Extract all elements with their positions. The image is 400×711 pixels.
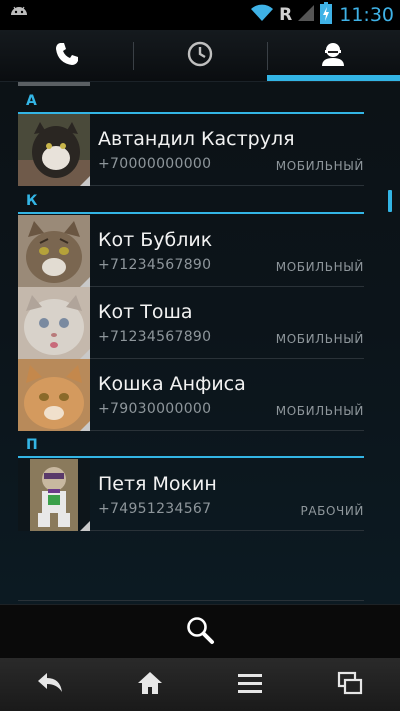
contact-number: +71234567890 — [98, 257, 212, 273]
list-end-divider — [18, 600, 364, 601]
contact-row[interactable]: Автандил Каструля +70000000000 МОБИЛЬНЫЙ — [18, 114, 364, 186]
contact-photo[interactable] — [18, 459, 90, 531]
signal-icon — [297, 4, 315, 26]
contact-list[interactable]: А Автандил Каструля +70000000000 МОБИЛЬН… — [0, 82, 400, 604]
tab-phone[interactable] — [0, 30, 133, 81]
search-bar — [0, 604, 400, 658]
recent-apps-icon — [337, 671, 363, 699]
phone-icon — [54, 41, 80, 71]
contact-row[interactable]: Петя Мокин +74951234567 РАБОЧИЙ — [18, 459, 364, 531]
contact-name: Автандил Каструля — [98, 128, 295, 150]
navigation-bar — [0, 658, 400, 711]
menu-icon — [237, 672, 263, 698]
recent-apps-button[interactable] — [300, 658, 400, 711]
contact-photo[interactable] — [18, 114, 90, 186]
menu-button[interactable] — [200, 658, 300, 711]
section-header-a: А — [18, 90, 364, 114]
contact-number: +71234567890 — [98, 329, 212, 345]
contact-name: Кот Бублик — [98, 229, 213, 251]
battery-charging-icon — [320, 2, 333, 28]
contact-name: Петя Мокин — [98, 473, 217, 495]
tab-bar — [0, 30, 400, 82]
contact-photo[interactable] — [18, 359, 90, 431]
status-bar: R 11:30 — [0, 0, 400, 30]
android-notification-icon — [8, 4, 30, 28]
section-letter: П — [26, 437, 38, 453]
roaming-icon: R — [279, 5, 293, 25]
clock-icon — [187, 41, 213, 71]
search-icon[interactable] — [185, 615, 215, 649]
contact-number: +70000000000 — [98, 156, 212, 172]
contact-photo[interactable] — [18, 215, 90, 287]
contact-row[interactable]: Кот Тоша +71234567890 МОБИЛЬНЫЙ — [18, 287, 364, 359]
wifi-icon — [250, 4, 274, 26]
contact-row[interactable]: Кошка Анфиса +79030000000 МОБИЛЬНЫЙ — [18, 359, 364, 431]
contact-type: МОБИЛЬНЫЙ — [275, 332, 364, 346]
section-letter: А — [26, 93, 37, 109]
back-icon — [36, 672, 64, 698]
tab-call-log[interactable] — [133, 30, 266, 81]
section-letter: К — [26, 193, 38, 209]
scrollbar-thumb[interactable] — [388, 190, 392, 212]
contact-type: МОБИЛЬНЫЙ — [275, 404, 364, 418]
clock-time: 11:30 — [339, 4, 394, 26]
contact-number: +79030000000 — [98, 401, 212, 417]
back-button[interactable] — [0, 658, 100, 711]
contact-type: РАБОЧИЙ — [300, 504, 364, 518]
person-icon — [320, 41, 346, 71]
contact-number: +74951234567 — [98, 501, 212, 517]
tab-contacts[interactable] — [266, 30, 400, 81]
section-header-p: П — [18, 434, 364, 458]
home-icon — [137, 671, 163, 699]
contact-type: МОБИЛЬНЫЙ — [275, 260, 364, 274]
contact-type: МОБИЛЬНЫЙ — [275, 159, 364, 173]
contact-name: Кот Тоша — [98, 301, 193, 323]
home-button[interactable] — [100, 658, 200, 711]
section-header-k: К — [18, 190, 364, 214]
contact-photo[interactable] — [18, 287, 90, 359]
contact-name: Кошка Анфиса — [98, 373, 246, 395]
previous-item-stub — [18, 82, 90, 86]
contact-row[interactable]: Кот Бублик +71234567890 МОБИЛЬНЫЙ — [18, 215, 364, 287]
